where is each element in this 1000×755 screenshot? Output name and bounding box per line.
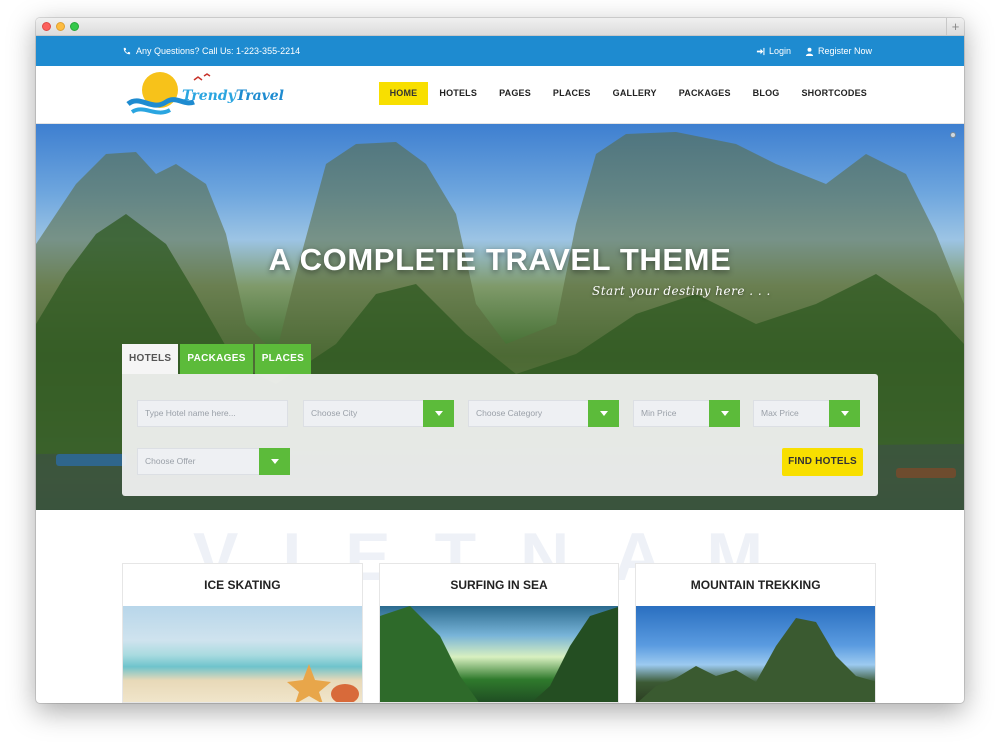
user-icon bbox=[805, 47, 814, 56]
category-select[interactable]: Choose Category bbox=[468, 400, 619, 427]
login-link[interactable]: Login bbox=[756, 36, 791, 66]
card-title: ICE SKATING bbox=[204, 578, 281, 592]
hero-title: A COMPLETE TRAVEL THEME bbox=[268, 242, 732, 277]
browser-window: + Any Questions? Call Us: 1-223-355-2214… bbox=[36, 18, 964, 703]
offer-select-value: Choose Offer bbox=[145, 456, 196, 466]
card-title: MOUNTAIN TREKKING bbox=[690, 578, 821, 592]
hero-subtitle: Start your destiny here . . . bbox=[592, 284, 771, 298]
register-link[interactable]: Register Now bbox=[805, 36, 872, 66]
minimize-window-button[interactable] bbox=[56, 22, 65, 31]
contact-info: Any Questions? Call Us: 1-223-355-2214 bbox=[122, 36, 300, 66]
chevron-down-icon[interactable] bbox=[259, 448, 290, 475]
login-label: Login bbox=[768, 46, 791, 56]
nav-item-places[interactable]: PLACES bbox=[542, 82, 602, 105]
browser-chrome: + bbox=[36, 18, 964, 36]
nav-item-pages[interactable]: PAGES bbox=[488, 82, 542, 105]
close-window-button[interactable] bbox=[42, 22, 51, 31]
chevron-down-icon[interactable] bbox=[709, 400, 740, 427]
new-tab-button[interactable]: + bbox=[946, 18, 964, 36]
contact-text: Any Questions? Call Us: 1-223-355-2214 bbox=[136, 46, 301, 56]
maximize-window-button[interactable] bbox=[70, 22, 79, 31]
hotel-search-panel: Type Hotel name here... Choose City Choo… bbox=[122, 374, 878, 496]
city-select[interactable]: Choose City bbox=[303, 400, 454, 427]
min-price-value: Min Price bbox=[641, 408, 677, 418]
max-price-select[interactable]: Max Price bbox=[753, 400, 860, 427]
nav-item-blog[interactable]: BLOG bbox=[742, 82, 791, 105]
starfish-icon bbox=[287, 664, 359, 702]
mountain-islands-image bbox=[636, 606, 876, 702]
tab-packages[interactable]: PACKAGES bbox=[180, 344, 253, 374]
nav-item-gallery[interactable]: GALLERY bbox=[602, 82, 668, 105]
activity-cards: ICE SKATING SURFING IN SEA MOUNTAIN TREK… bbox=[122, 563, 877, 703]
tab-hotels[interactable]: HOTELS bbox=[122, 344, 179, 374]
sea-cliffs-image bbox=[379, 606, 619, 702]
nav-item-home[interactable]: HOME bbox=[378, 82, 429, 105]
chevron-down-icon[interactable] bbox=[588, 400, 619, 427]
find-hotels-button[interactable]: FIND HOTELS bbox=[782, 448, 863, 476]
nav-item-shortcodes[interactable]: SHORTCODES bbox=[790, 82, 878, 105]
nav-item-hotels[interactable]: HOTELS bbox=[428, 82, 488, 105]
tab-places[interactable]: PLACES bbox=[254, 344, 312, 374]
nav-item-packages[interactable]: PACKAGES bbox=[668, 82, 742, 105]
mountains-icon bbox=[638, 618, 876, 702]
max-price-value: Max Price bbox=[761, 408, 799, 418]
site-logo[interactable]: TrendyTravel bbox=[122, 68, 284, 120]
cliffs-icon bbox=[379, 606, 619, 702]
phone-icon bbox=[123, 47, 131, 54]
search-tabs: HOTELS PACKAGES PLACES bbox=[122, 344, 312, 374]
logo-wordmark: TrendyTravel bbox=[182, 88, 285, 104]
chevron-down-icon[interactable] bbox=[829, 400, 860, 427]
min-price-select[interactable]: Min Price bbox=[633, 400, 740, 427]
beach-starfish-image bbox=[123, 606, 362, 702]
hotel-name-input[interactable]: Type Hotel name here... bbox=[137, 400, 288, 427]
hotel-name-placeholder: Type Hotel name here... bbox=[145, 408, 236, 418]
activity-card[interactable]: SURFING IN SEA bbox=[378, 563, 620, 703]
main-nav: HOME HOTELS PAGES PLACES GALLERY PACKAGE… bbox=[378, 82, 878, 105]
top-bar: Any Questions? Call Us: 1-223-355-2214 L… bbox=[36, 36, 964, 66]
activity-card[interactable]: ICE SKATING bbox=[122, 563, 363, 703]
site-header: TrendyTravel HOME HOTELS PAGES PLACES GA… bbox=[36, 66, 964, 124]
slider-pager-dot[interactable] bbox=[950, 132, 956, 138]
offer-select[interactable]: Choose Offer bbox=[137, 448, 290, 475]
category-select-value: Choose Category bbox=[476, 408, 543, 418]
card-title: SURFING IN SEA bbox=[450, 578, 548, 592]
sign-in-icon bbox=[756, 47, 765, 55]
city-select-value: Choose City bbox=[311, 408, 358, 418]
hero-banner: A COMPLETE TRAVEL THEME Start your desti… bbox=[36, 124, 964, 510]
account-links: Login Register Now bbox=[756, 36, 872, 66]
chevron-down-icon[interactable] bbox=[423, 400, 454, 427]
activity-card[interactable]: MOUNTAIN TREKKING bbox=[635, 563, 877, 703]
register-label: Register Now bbox=[817, 46, 872, 56]
